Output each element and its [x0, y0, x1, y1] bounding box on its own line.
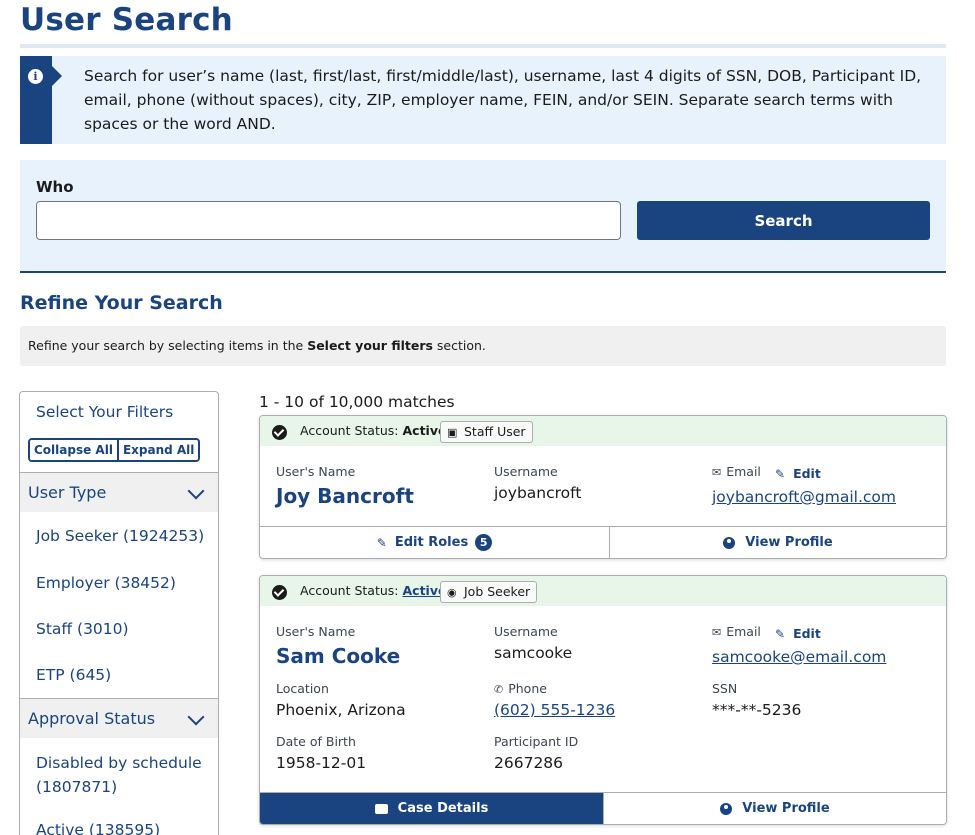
edit-roles-label: Edit Roles: [394, 535, 469, 550]
filter-item-staff[interactable]: Staff (3010): [36, 617, 212, 641]
email-label: ✉ Email: [712, 624, 761, 639]
view-profile-label: View Profile: [745, 535, 833, 550]
view-profile-button[interactable]: View Profile: [609, 527, 946, 558]
user-circle-icon: ◉: [447, 586, 457, 599]
card-status-bar: Account Status: Active ◉ Job Seeker: [260, 576, 946, 606]
pencil-icon: ✎: [775, 467, 786, 481]
user-circle-icon: [723, 536, 736, 549]
dob-value: 1958-12-01: [276, 754, 367, 772]
envelope-icon: ✉: [712, 466, 722, 479]
check-circle-icon: [272, 425, 287, 440]
edit-label: Edit: [793, 626, 821, 641]
filter-item-disabled-by-schedule[interactable]: Disabled by schedule (1807871): [36, 751, 212, 799]
case-details-button[interactable]: Case Details: [260, 793, 603, 824]
filter-section-user-type[interactable]: User Type: [20, 472, 218, 512]
dob-label: Date of Birth: [276, 734, 356, 749]
refine-hint-bold: Select your filters: [307, 338, 433, 353]
case-details-label: Case Details: [397, 801, 489, 816]
users-name-label: User's Name: [276, 624, 356, 639]
filter-section-approval-status[interactable]: Approval Status: [20, 698, 218, 738]
ssn-label: SSN: [712, 681, 738, 696]
refine-hint: Refine your search by selecting items in…: [20, 326, 946, 366]
edit-email-link[interactable]: ✎ Edit: [775, 466, 821, 481]
edit-label: Edit: [793, 466, 821, 481]
filters-panel: Select Your Filters Collapse All Expand …: [19, 391, 219, 835]
who-label: Who: [36, 178, 74, 196]
phone-icon: ✆: [494, 683, 504, 696]
username-value: joybancroft: [494, 484, 582, 502]
email-label: ✉ Email: [712, 464, 761, 479]
result-card: Account Status: Active ◉ Job Seeker User'…: [259, 575, 947, 825]
card-actions: ✎ Edit Roles 5 View Profile: [260, 526, 946, 558]
role-badge-label: Staff User: [464, 424, 526, 439]
email-link[interactable]: joybancroft@gmail.com: [712, 488, 896, 506]
phone-label: ✆ Phone: [494, 681, 547, 696]
expand-all-button[interactable]: Expand All: [116, 440, 199, 460]
email-label-text: Email: [726, 464, 761, 479]
search-button[interactable]: Search: [637, 201, 930, 240]
participant-id-label: Participant ID: [494, 734, 579, 749]
result-card: Account Status: Active ▣ Staff User User'…: [259, 415, 947, 559]
chevron-down-icon: [187, 482, 205, 500]
account-status: Account Status: Active: [300, 583, 446, 598]
username-label: Username: [494, 464, 558, 479]
filter-section-label: User Type: [28, 483, 107, 502]
card-status-bar: Account Status: Active ▣ Staff User: [260, 416, 946, 446]
phone-link[interactable]: (602) 555-1236: [494, 701, 615, 719]
role-badge-label: Job Seeker: [464, 584, 531, 599]
pencil-icon: ✎: [376, 535, 387, 550]
refine-hint-post: section.: [432, 338, 486, 353]
refine-hint-pre: Refine your search by selecting items in…: [28, 338, 308, 353]
filters-title: Select Your Filters: [36, 403, 174, 421]
role-badge: ▣ Staff User: [440, 421, 533, 443]
filter-item-active[interactable]: Active (138595): [36, 818, 212, 835]
location-value: Phoenix, Arizona: [276, 701, 406, 719]
card-actions: Case Details View Profile: [260, 792, 946, 824]
users-name-value: Joy Bancroft: [276, 484, 414, 508]
envelope-icon: ✉: [712, 626, 722, 639]
info-stripe: i: [20, 56, 52, 144]
info-icon: i: [28, 69, 43, 84]
email-link[interactable]: samcooke@email.com: [712, 648, 886, 666]
info-notch: [52, 66, 62, 86]
info-text: Search for user’s name (last, first/last…: [84, 67, 922, 133]
role-badge: ◉ Job Seeker: [440, 581, 538, 603]
phone-label-text: Phone: [508, 681, 547, 696]
title-divider: [20, 44, 946, 48]
refine-title: Refine Your Search: [20, 292, 223, 314]
user-circle-icon: [720, 802, 733, 815]
chevron-down-icon: [187, 708, 205, 726]
filter-item-employer[interactable]: Employer (38452): [36, 571, 212, 595]
users-name-label: User's Name: [276, 464, 356, 479]
account-status-label: Account Status:: [300, 423, 399, 438]
who-search-input[interactable]: [36, 201, 621, 240]
location-label: Location: [276, 681, 329, 696]
account-status: Account Status: Active: [300, 423, 446, 438]
briefcase-icon: [374, 803, 388, 814]
account-status-label: Account Status:: [300, 583, 399, 598]
username-value: samcooke: [494, 644, 573, 662]
participant-id-value: 2667286: [494, 754, 564, 772]
filter-section-label: Approval Status: [28, 709, 156, 728]
roles-count-badge: 5: [475, 534, 493, 551]
filter-item-etp[interactable]: ETP (645): [36, 663, 212, 687]
edit-email-link[interactable]: ✎ Edit: [775, 626, 821, 641]
users-name-value: Sam Cooke: [276, 644, 401, 668]
results-count: 1 - 10 of 10,000 matches: [259, 393, 455, 411]
edit-roles-button[interactable]: ✎ Edit Roles 5: [260, 527, 609, 558]
collapse-all-button[interactable]: Collapse All: [30, 440, 117, 460]
page-title: User Search: [20, 2, 233, 38]
view-profile-label: View Profile: [742, 801, 830, 816]
who-search-panel: Who Search: [20, 160, 946, 273]
filter-item-job-seeker[interactable]: Job Seeker (1924253): [36, 524, 212, 548]
username-label: Username: [494, 624, 558, 639]
ssn-value: ***-**-5236: [712, 701, 802, 719]
collapse-expand-group: Collapse All Expand All: [28, 438, 201, 462]
id-card-icon: ▣: [447, 426, 458, 439]
pencil-icon: ✎: [775, 627, 786, 641]
email-label-text: Email: [726, 624, 761, 639]
view-profile-button[interactable]: View Profile: [603, 793, 946, 824]
info-alert: i Search for user’s name (last, first/la…: [20, 56, 946, 144]
check-circle-icon: [272, 585, 287, 600]
